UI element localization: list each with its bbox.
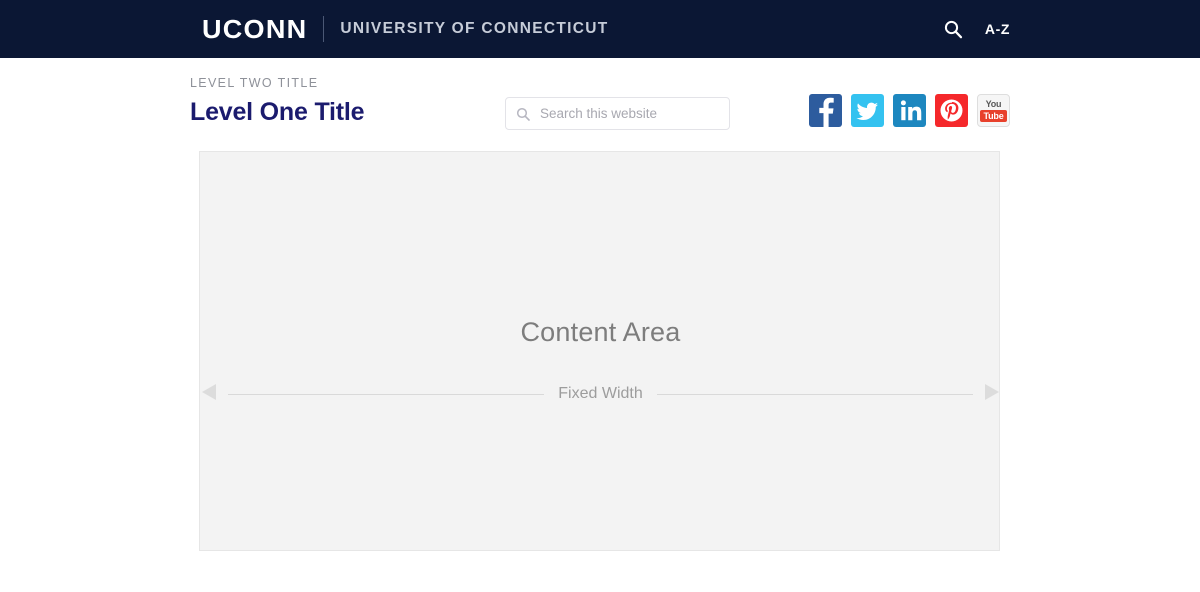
topbar-tools: A-Z [943,0,1010,58]
brand-divider [323,16,325,42]
facebook-icon[interactable] [809,94,842,127]
linkedin-icon[interactable] [893,94,926,127]
uconn-home-link[interactable]: UCONN UNIVERSITY OF CONNECTICUT [202,0,609,58]
search-box[interactable] [505,97,730,130]
twitter-icon[interactable] [851,94,884,127]
arrow-left-icon [202,381,228,408]
search-input[interactable] [540,98,719,129]
youtube-tube-label: Tube [980,110,1007,122]
measure-line-right [656,393,973,395]
content-area-wrapper: Content Area Fixed Width [199,151,1000,551]
global-navigation-bar: UCONN UNIVERSITY OF CONNECTICUT A-Z [0,0,1200,58]
site-search [505,97,730,130]
fixed-width-measure: Fixed Width [202,380,999,408]
topbar-container: UCONN UNIVERSITY OF CONNECTICUT A-Z [190,0,1010,58]
arrow-right-icon [973,381,999,408]
youtube-you-label: You [985,99,1002,109]
site-header-container: LEVEL TWO TITLE Level One Title Search t… [190,58,1010,150]
search-icon [516,107,530,121]
social-media-links: You Tube [809,94,1010,127]
university-name-label: UNIVERSITY OF CONNECTICUT [340,20,609,38]
site-titles: LEVEL TWO TITLE Level One Title [190,76,365,125]
level-one-title[interactable]: Level One Title [190,99,365,125]
level-two-title: LEVEL TWO TITLE [190,76,319,90]
content-area-placeholder: Content Area Fixed Width [199,151,1000,551]
measure-line-left [228,393,545,395]
uconn-wordmark: UCONN [202,14,308,44]
pinterest-icon[interactable] [935,94,968,127]
a-z-index-link[interactable]: A-Z [985,21,1010,37]
youtube-icon[interactable]: You Tube [977,94,1010,127]
site-header: LEVEL TWO TITLE Level One Title Search t… [0,58,1200,150]
fixed-width-label: Fixed Width [558,385,643,402]
content-area-label: Content Area [520,317,681,347]
search-icon[interactable] [943,19,963,39]
